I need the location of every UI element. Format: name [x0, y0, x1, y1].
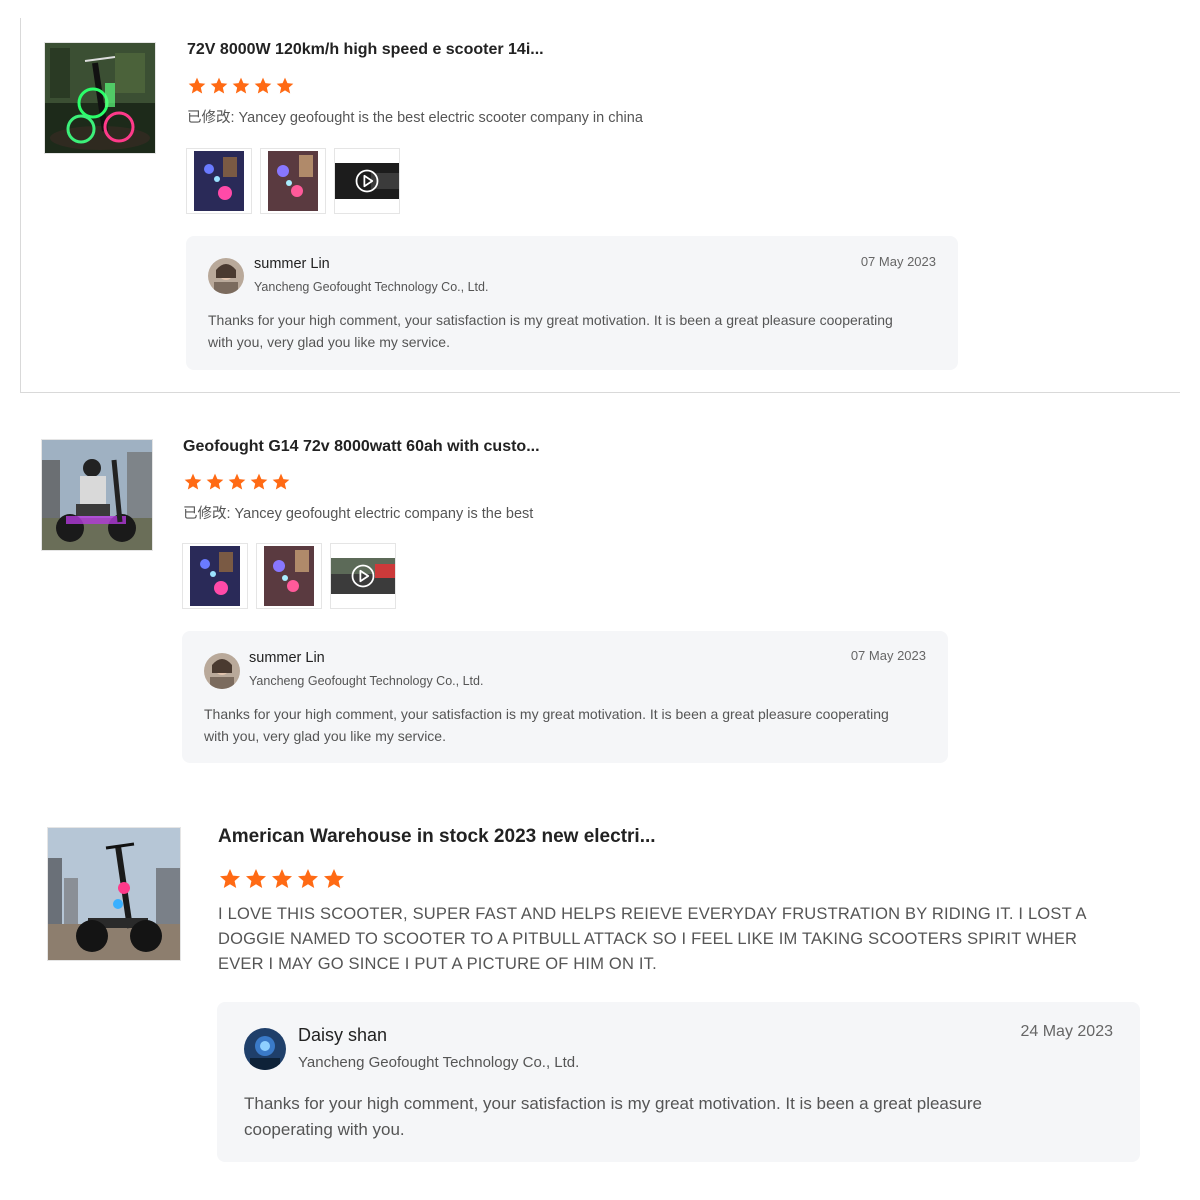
star-icon	[208, 76, 230, 96]
seller-name: Daisy shan	[298, 1025, 388, 1045]
product-title[interactable]: American Warehouse in stock 2023 new ele…	[218, 826, 656, 848]
star-icon	[182, 472, 204, 492]
star-icon	[217, 867, 243, 891]
review-comment: 已修改: Yancey geofought is the best electr…	[187, 110, 643, 126]
review-media	[182, 543, 396, 609]
seller-company: Yancheng Geofought Technology Co., Ltd.	[298, 1054, 580, 1071]
review-video[interactable]	[330, 543, 396, 609]
star-icon	[295, 867, 321, 891]
seller-reply: summer Lin Yancheng Geofought Technology…	[182, 631, 948, 763]
review-photo[interactable]	[182, 543, 248, 609]
star-icon	[321, 867, 347, 891]
star-icon	[270, 472, 292, 492]
rating-stars	[182, 472, 292, 492]
seller-name: summer Lin	[249, 650, 325, 666]
star-icon	[186, 76, 208, 96]
product-thumbnail[interactable]	[47, 827, 181, 961]
seller-company: Yancheng Geofought Technology Co., Ltd.	[254, 280, 489, 294]
reply-text: Thanks for your high comment, your satis…	[204, 706, 889, 744]
avatar	[204, 653, 240, 689]
star-icon	[252, 76, 274, 96]
review-photo[interactable]	[256, 543, 322, 609]
review-comment: 已修改: Yancey geofought electric company i…	[183, 506, 534, 522]
play-icon	[349, 562, 377, 590]
avatar	[208, 258, 244, 294]
star-icon	[248, 472, 270, 492]
rating-stars	[186, 76, 296, 96]
review-photo[interactable]	[260, 148, 326, 214]
reply-date: 07 May 2023	[850, 648, 926, 663]
seller-reply: Daisy shan Yancheng Geofought Technology…	[217, 1002, 1140, 1162]
star-icon	[204, 472, 226, 492]
product-title[interactable]: Geofought G14 72v 8000watt 60ah with cus…	[183, 438, 540, 456]
rating-stars	[217, 867, 347, 891]
product-thumbnail[interactable]	[41, 439, 153, 551]
star-icon	[230, 76, 252, 96]
review-comment: I LOVE THIS SCOOTER, SUPER FAST AND HELP…	[218, 905, 1086, 973]
star-icon	[226, 472, 248, 492]
reply-text: Thanks for your high comment, your satis…	[244, 1094, 982, 1140]
seller-name: summer Lin	[254, 256, 330, 272]
review-video[interactable]	[334, 148, 400, 214]
star-icon	[269, 867, 295, 891]
section-divider-vertical	[20, 18, 21, 392]
product-thumbnail[interactable]	[44, 42, 156, 154]
product-title[interactable]: 72V 8000W 120km/h high speed e scooter 1…	[187, 41, 544, 59]
seller-company: Yancheng Geofought Technology Co., Ltd.	[249, 674, 484, 688]
avatar	[244, 1028, 286, 1070]
reply-date: 07 May 2023	[860, 254, 936, 269]
reply-text: Thanks for your high comment, your satis…	[208, 312, 893, 350]
play-icon	[353, 167, 381, 195]
section-divider	[20, 392, 1180, 393]
review-media	[186, 148, 400, 214]
review-photo[interactable]	[186, 148, 252, 214]
star-icon	[243, 867, 269, 891]
star-icon	[274, 76, 296, 96]
seller-reply: summer Lin Yancheng Geofought Technology…	[186, 236, 958, 370]
reply-date: 24 May 2023	[1020, 1023, 1113, 1040]
